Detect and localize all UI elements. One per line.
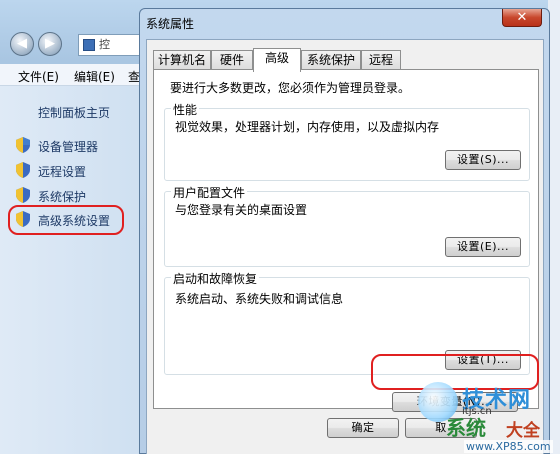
- close-button[interactable]: ✕: [502, 9, 542, 27]
- highlight-circle-advanced-settings: [8, 205, 124, 235]
- tab-advanced[interactable]: 高级: [253, 48, 301, 72]
- sidebar: 控制面板主页 设备管理器 远程设置 系统保护 高级系统设置: [0, 86, 140, 454]
- tab-remote[interactable]: 远程: [361, 50, 401, 70]
- group-title: 启动和故障恢复: [171, 270, 260, 287]
- back-button[interactable]: ◀: [10, 32, 34, 56]
- sidebar-item-label: 远程设置: [38, 165, 87, 179]
- admin-note: 要进行大多数更改，您必须作为管理员登录。: [170, 81, 411, 95]
- watermark-text: 大全: [506, 421, 540, 441]
- performance-group: 性能 视觉效果，处理器计划，内存使用，以及虚拟内存 设置(S)...: [164, 101, 530, 181]
- control-panel-home-link[interactable]: 控制面板主页: [38, 104, 110, 121]
- menu-bar: 文件(E) 编辑(E) 查: [0, 64, 150, 86]
- forward-button[interactable]: ▶: [38, 32, 62, 56]
- ok-button[interactable]: 确定: [327, 418, 399, 438]
- address-bar[interactable]: 控: [78, 34, 148, 56]
- shield-icon: [16, 137, 30, 153]
- tab-hardware[interactable]: 硬件: [211, 50, 253, 70]
- sidebar-item-label: 系统保护: [38, 190, 87, 204]
- watermark: 技术网 itjs.cn 系统 大全 www.XP85.com: [416, 382, 560, 454]
- sidebar-item-label: 设备管理器: [38, 140, 99, 154]
- group-title: 性能: [171, 101, 200, 118]
- menu-file[interactable]: 文件(E): [18, 68, 59, 85]
- close-icon: ✕: [516, 10, 528, 25]
- group-description: 视觉效果，处理器计划，内存使用，以及虚拟内存: [175, 120, 440, 134]
- group-description: 系统启动、系统失败和调试信息: [175, 292, 344, 306]
- shield-icon: [16, 162, 30, 178]
- performance-settings-button[interactable]: 设置(S)...: [445, 150, 521, 170]
- dialog-title: 系统属性: [146, 17, 195, 31]
- watermark-text: 系统: [446, 416, 486, 440]
- user-profiles-settings-button[interactable]: 设置(E)...: [445, 237, 521, 257]
- user-profiles-group: 用户配置文件 与您登录有关的桌面设置 设置(E)...: [164, 184, 530, 267]
- control-panel-icon: [83, 39, 95, 51]
- group-title: 用户配置文件: [171, 184, 248, 201]
- group-description: 与您登录有关的桌面设置: [175, 203, 308, 217]
- tab-computer-name[interactable]: 计算机名: [153, 50, 211, 70]
- tab-system-protection[interactable]: 系统保护: [301, 50, 361, 70]
- navigation-bar: ◀ ▶ 控: [0, 26, 150, 62]
- address-text: 控: [99, 38, 110, 51]
- shield-icon: [16, 187, 30, 203]
- watermark-url: www.XP85.com: [464, 440, 553, 453]
- menu-edit[interactable]: 编辑(E): [74, 68, 115, 85]
